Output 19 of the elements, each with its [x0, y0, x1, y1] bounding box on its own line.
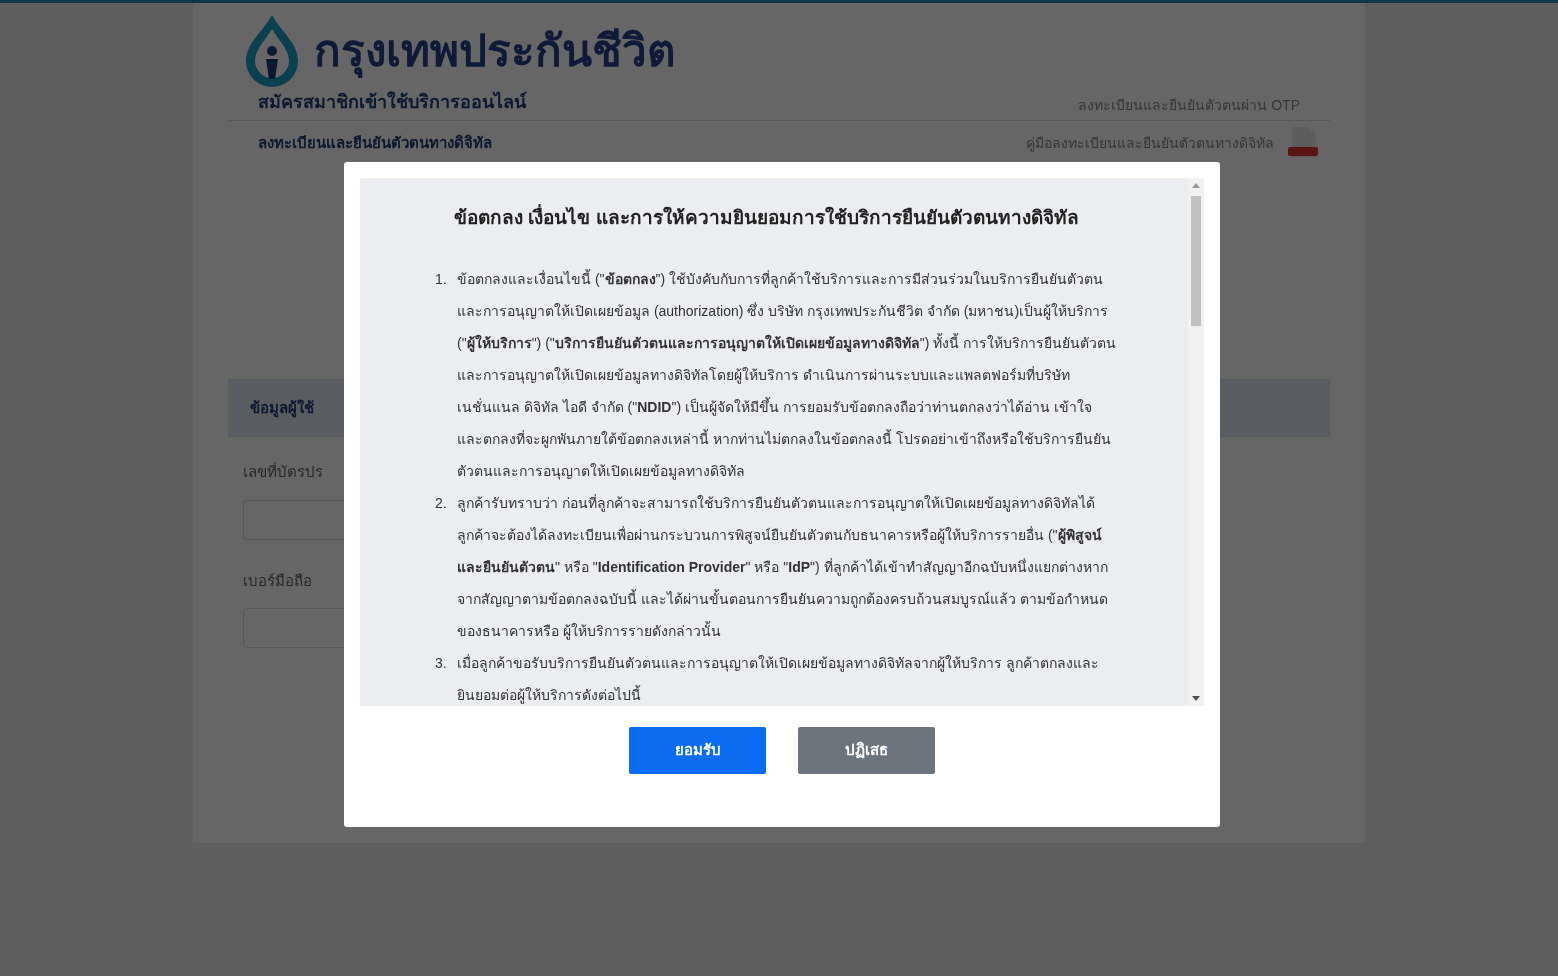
decline-button[interactable]: ปฏิเสธ: [798, 727, 935, 774]
section-title: ลงทะเบียนและยืนยันตัวตนทางดิจิทัล: [258, 132, 492, 153]
scrollbar-thumb[interactable]: [1191, 196, 1201, 326]
scrollbar[interactable]: [1188, 178, 1204, 706]
page-subtitle: สมัครสมาชิกเข้าใช้บริการออนไลน์: [258, 90, 526, 114]
field-label: เบอร์มือถือ: [243, 570, 312, 591]
list-number: 2.: [435, 493, 448, 513]
accept-button[interactable]: ยอมรับ: [629, 727, 766, 774]
form-section-title: ข้อมูลผู้ใช้: [250, 397, 314, 420]
terms-paragraph: เมื่อลูกค้าขอรับบริการยืนยันตัวตนและการอนุญาตให้เปิดเผยข้อมูลทางดิจิทัลจากผู้ให้บริการ ลูกค้าตกลงและยินยอมต่อผู้ให้บริการดังต่อไปนี้: [457, 653, 1100, 706]
scroll-down-icon[interactable]: [1192, 696, 1200, 702]
list-number: 3.: [435, 653, 448, 673]
terms-paragraph: ลูกค้ารับทราบว่า ก่อนที่ลูกค้าจะสามารถใช้บริการยืนยันตัวตนและการอนุญาตให้เปิดเผยข้อมูลทางดิจิทัลได้ ลูกค้าจะต้องได้ลงทะเบียนเพื่อผ่านกระบวนการพิสูจน์ยืนยันตัวตนกับธนาคารหรือผู้ให้บริการรายอื่น ("ผู้พิสูจน์และยืนยันตัวตน" หรือ "Identification Provider" หรือ "IdP") ที่ลูกค้าได้เข้าทำสัญญาอีกฉบับหนึ่งแยกต่างหากจากสัญญาตามข้อตกลงฉบับนี้ และได้ผ่านขั้นตอนการยืนยันความถูกต้องครบถ้วนสมบูรณ์แล้ว ตามข้อกำหนดของธนาคารหรือ ผู้ให้บริการรายดังกล่าวนั้น: [457, 493, 1109, 642]
terms-paragraph: ข้อตกลงและเงื่อนไขนี้ ("ข้อตกลง") ใช้บังคับกับการที่ลูกค้าใช้บริการและการมีส่วนร่วมในบริการยืนยันตัวตนและการอนุญาตให้เปิดเผยข้อมูล (authorization) ซึ่ง บริษัท กรุงเทพประกันชีวิต จำกัด (มหาชน)เป็นผู้ให้บริการ ("ผู้ให้บริการ") ("บริการยืนยันตัวตนและการอนุญาตให้เปิดเผยข้อมูลทางดิจิทัล") ทั้งนี้ การให้บริการยืนยันตัวตนและการอนุญาตให้เปิดเผยข้อมูลทางดิจิทัลโดยผู้ให้บริการ ดำเนินการผ่านระบบและแพลตฟอร์มที่บริษัท เนชั่นแนล ดิจิทัล ไอดี จำกัด ("NDID") เป็นผู้จัดให้มีขึ้น การยอมรับข้อตกลงถือว่าท่านตกลงว่าได้อ่าน เข้าใจ และตกลงที่จะผูกพันภายใต้ข้อตกลงเหล่านี้ หากท่านไม่ตกลงในข้อตกลงนี้ โปรดอย่าเข้าถึงหรือใช้บริการยืนยันตัวตนและการอนุญาตให้เปิดเผยข้อมูลทางดิจิทัล: [457, 268, 1118, 482]
field-label: เลขที่บัตรปร: [243, 461, 323, 482]
scroll-up-icon[interactable]: [1192, 182, 1200, 188]
list-number: 1.: [435, 269, 448, 289]
brand-name: กรุงเทพประกันชีวิต: [314, 19, 676, 83]
dialog-title: ข้อตกลง เงื่อนไข และการให้ความยินยอมการใช้บริการยืนยันตัวตนทางดิจิทัล: [435, 204, 1118, 233]
